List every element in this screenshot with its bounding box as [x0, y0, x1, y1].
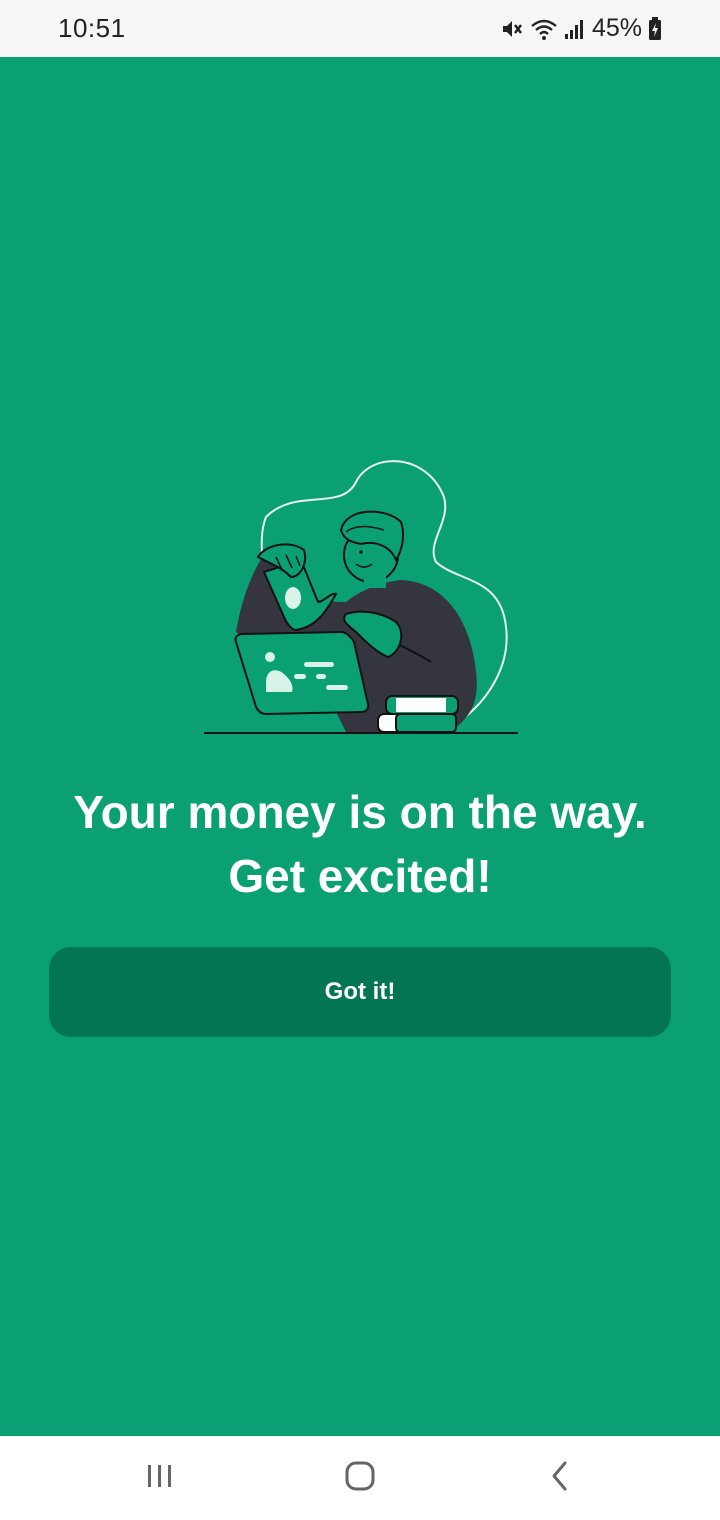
success-headline: Your money is on the way. Get excited!: [20, 780, 700, 908]
mute-icon: [500, 17, 524, 41]
recent-apps-button[interactable]: [120, 1448, 200, 1508]
battery-percent: 45%: [591, 14, 642, 42]
status-bar: 10:51 45%: [0, 0, 720, 57]
home-button[interactable]: [320, 1448, 400, 1508]
wifi-icon: [530, 17, 558, 41]
status-icons: 45%: [500, 14, 662, 43]
back-icon: [548, 1460, 572, 1497]
home-icon: [344, 1460, 376, 1497]
system-nav-bar: [0, 1436, 720, 1520]
headline-line-1: Your money is on the way.: [73, 786, 647, 838]
recent-apps-icon: [145, 1463, 175, 1494]
battery-charging-icon: [648, 16, 662, 41]
person-receiving-money-illustration: [196, 452, 526, 738]
back-button[interactable]: [520, 1448, 600, 1508]
status-time: 10:51: [58, 13, 126, 43]
got-it-button[interactable]: Got it!: [49, 947, 671, 1037]
success-screen: 10:51 45% Your money is on the way. Get …: [0, 0, 720, 1520]
signal-icon: [564, 18, 586, 40]
headline-line-2: Get excited!: [228, 850, 492, 902]
